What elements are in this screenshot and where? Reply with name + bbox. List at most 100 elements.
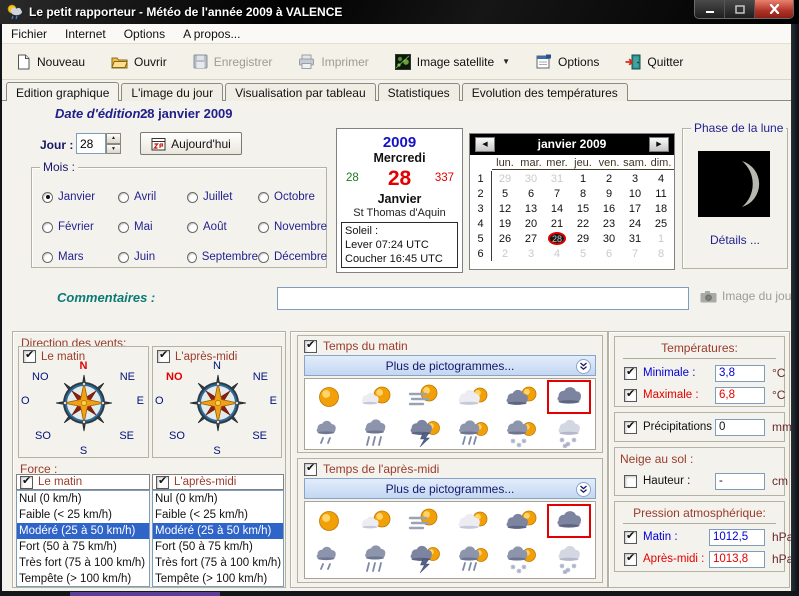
calendar-day[interactable]: 11	[648, 188, 674, 200]
calendar-day[interactable]: 15	[570, 203, 596, 215]
menu-fichier[interactable]: Fichier	[2, 25, 56, 43]
picto-brume-icon[interactable]	[403, 504, 447, 538]
force-list-item[interactable]: Fort (50 à 75 km/h)	[153, 539, 283, 555]
picto-nuage-soleil-icon[interactable]	[451, 380, 495, 414]
wind-direction-O[interactable]: O	[155, 395, 164, 407]
tab-evolution-temperatures[interactable]: Evolution des températures	[461, 83, 628, 101]
calendar-day[interactable]: 25	[648, 218, 674, 230]
maximale-input[interactable]	[715, 386, 765, 404]
mois-radio-novembre[interactable]: Novembre	[258, 221, 327, 233]
wind-direction-SE[interactable]: SE	[119, 430, 134, 442]
picto-soleil-nuage-icon[interactable]	[355, 504, 399, 538]
radio-icon[interactable]	[187, 251, 197, 263]
mois-radio-avril[interactable]: Avril	[118, 191, 187, 203]
calendar-day[interactable]: 10	[622, 188, 648, 200]
radio-icon[interactable]	[42, 221, 53, 233]
chevron-double-down-icon[interactable]	[576, 358, 591, 374]
toolbar-nouveau-button[interactable]: Nouveau	[16, 54, 85, 70]
radio-icon[interactable]	[187, 221, 198, 233]
picto-soleil-icon[interactable]	[307, 504, 351, 538]
force-list-item[interactable]: Très fort (75 à 100 km/h)	[17, 555, 149, 571]
picto-nuage-sombre-icon[interactable]	[547, 504, 591, 538]
calendar-day[interactable]: 9	[596, 188, 622, 200]
toolbar-options-button[interactable]: Options	[536, 54, 599, 69]
picto-neige-soleil-icon[interactable]	[499, 416, 543, 450]
picto-soleil-nuage-icon[interactable]	[355, 380, 399, 414]
calendar-day[interactable]: 5	[492, 188, 518, 200]
toolbar-imprimer-button[interactable]: Imprimer	[298, 54, 369, 69]
toolbar-image-satellite-button[interactable]: Image satellite ▼	[394, 53, 510, 70]
wind-direction-O[interactable]: O	[21, 395, 30, 407]
picto-nuage-soleil-icon[interactable]	[451, 504, 495, 538]
calendar-day[interactable]: 5	[570, 248, 596, 260]
calendar-day[interactable]: 6	[518, 188, 544, 200]
toolbar-ouvrir-button[interactable]: Ouvrir	[111, 55, 167, 69]
calendar-day[interactable]: 18	[648, 203, 674, 215]
force-list-item[interactable]: Faible (< 25 km/h)	[153, 507, 283, 523]
minimale-checkbox[interactable]	[624, 365, 637, 380]
picto-neige-icon[interactable]	[547, 416, 591, 450]
commentaires-input[interactable]	[277, 287, 689, 310]
tab-image-du-jour[interactable]: L'image du jour	[121, 83, 224, 101]
calendar-day[interactable]: 6	[596, 248, 622, 260]
calendar-day[interactable]: 2	[596, 173, 622, 185]
calendar-next-button[interactable]: ▶	[649, 137, 669, 152]
precipitations-input[interactable]	[715, 418, 765, 436]
wind-direction-S[interactable]: S	[19, 445, 148, 457]
radio-icon[interactable]	[187, 191, 198, 203]
calendar-day[interactable]: 21	[544, 218, 570, 230]
mois-radio-décembre[interactable]: Décembre	[258, 251, 327, 263]
radio-icon[interactable]	[118, 251, 129, 263]
wind-direction-NE[interactable]: NE	[253, 371, 268, 383]
wind-direction-SE[interactable]: SE	[252, 430, 267, 442]
picto-soleil-icon[interactable]	[307, 380, 351, 414]
pression-matin-input[interactable]	[709, 528, 765, 546]
calendar-day[interactable]: 20	[518, 218, 544, 230]
mois-radio-février[interactable]: Février	[42, 221, 118, 233]
force-list-item[interactable]: Tempête (> 100 km/h)	[153, 571, 283, 586]
picto-neige-soleil-icon[interactable]	[499, 542, 543, 576]
force-matin-checkbox[interactable]	[20, 474, 33, 489]
calendar-day[interactable]: 3	[622, 173, 648, 185]
spinner-up-icon[interactable]: ▲	[106, 133, 121, 144]
force-apres-midi-listbox[interactable]: Nul (0 km/h) Faible (< 25 km/h) Modéré (25…	[152, 490, 284, 587]
calendar-day[interactable]: 24	[622, 218, 648, 230]
calendar-selected-day[interactable]: 28	[548, 232, 566, 245]
compass-rose-matin[interactable]	[55, 374, 113, 432]
restore-button[interactable]	[725, 0, 755, 18]
menu-a-propos[interactable]: A propos...	[174, 25, 249, 43]
calendar-day[interactable]: 7	[622, 248, 648, 260]
radio-icon[interactable]	[118, 221, 129, 233]
picto-nuage-sombre-soleil-icon[interactable]	[499, 504, 543, 538]
calendar-day[interactable]: 23	[596, 218, 622, 230]
mois-radio-octobre[interactable]: Octobre	[258, 191, 327, 203]
calendar-day[interactable]: 8	[570, 188, 596, 200]
calendar-day[interactable]: 4	[544, 248, 570, 260]
calendar-day[interactable]: 4	[648, 173, 674, 185]
minimize-button[interactable]	[695, 0, 725, 18]
minimale-input[interactable]	[715, 364, 765, 382]
radio-icon[interactable]	[42, 191, 53, 203]
force-list-item[interactable]: Nul (0 km/h)	[17, 491, 149, 507]
picto-neige-icon[interactable]	[547, 542, 591, 576]
calendar-day[interactable]: 8	[648, 248, 674, 260]
calendar-day[interactable]: 3	[518, 248, 544, 260]
force-apres-midi-checkbox[interactable]	[156, 474, 169, 489]
mois-radio-janvier[interactable]: Janvier	[42, 191, 118, 203]
force-list-item[interactable]: Très fort (75 à 100 km/h)	[153, 555, 283, 571]
mois-radio-juillet[interactable]: Juillet	[187, 191, 258, 203]
calendar-day[interactable]: 14	[544, 203, 570, 215]
menu-options[interactable]: Options	[115, 25, 174, 43]
calendar-day[interactable]: 22	[570, 218, 596, 230]
toolbar-enregistrer-button[interactable]: Enregistrer	[193, 54, 272, 69]
radio-icon[interactable]	[258, 251, 269, 263]
plus-pictogrammes-matin-button[interactable]: Plus de pictogrammes...	[304, 355, 596, 376]
tab-edition-graphique[interactable]: Edition graphique	[6, 82, 120, 101]
picto-pluie-soleil-icon[interactable]	[451, 542, 495, 576]
mois-radio-juin[interactable]: Juin	[118, 251, 187, 263]
temps-matin-checkbox[interactable]	[304, 338, 317, 353]
dropdown-arrow-icon[interactable]: ▼	[502, 57, 510, 66]
compass-rose-apres-midi[interactable]	[189, 374, 247, 432]
calendar-day[interactable]: 12	[492, 203, 518, 215]
picto-pluie-soleil-icon[interactable]	[451, 416, 495, 450]
